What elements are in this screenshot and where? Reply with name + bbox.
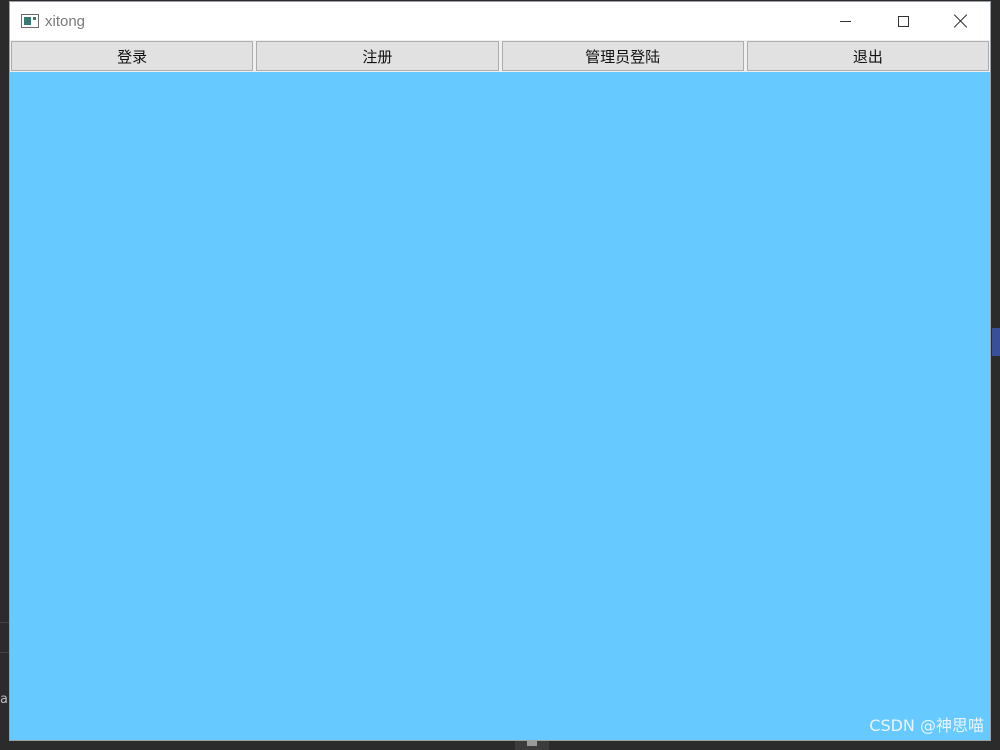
window-controls — [816, 2, 990, 40]
exit-button[interactable]: 退出 — [746, 41, 989, 71]
close-icon — [954, 14, 968, 28]
window-title: xitong — [45, 12, 86, 30]
app-window: xitong 登录 注册 管理员登陆 退出 CSDN @神思喵 — [9, 1, 991, 741]
toolbar: 登录 注册 管理员登陆 退出 — [10, 40, 990, 72]
maximize-icon — [897, 15, 909, 27]
desktop: a xitong 登录 注册 管理员登陆 退出 CSDN @神思喵 — [0, 0, 1000, 750]
close-button[interactable] — [932, 2, 990, 40]
admin-login-button[interactable]: 管理员登陆 — [501, 41, 744, 71]
maximize-button[interactable] — [874, 2, 932, 40]
minimize-button[interactable] — [816, 2, 874, 40]
title-bar[interactable]: xitong — [10, 2, 990, 40]
register-button[interactable]: 注册 — [256, 41, 499, 71]
background-accent — [992, 328, 1000, 356]
watermark: CSDN @神思喵 — [869, 716, 984, 735]
main-content-area: CSDN @神思喵 — [10, 72, 990, 740]
login-button[interactable]: 登录 — [11, 41, 254, 71]
app-window-icon — [21, 14, 39, 28]
background-text: a — [0, 692, 8, 707]
minimize-icon — [839, 20, 851, 22]
